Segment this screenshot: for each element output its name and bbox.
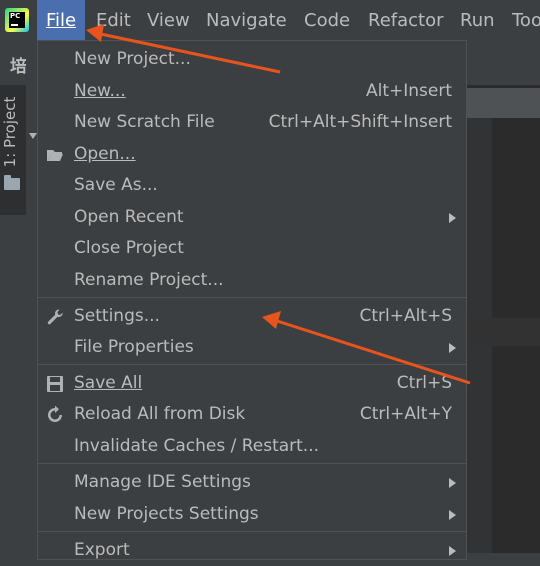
menu-item-manage-ide-settings[interactable]: Manage IDE Settings: [38, 467, 466, 498]
menu-tools[interactable]: Tools: [512, 0, 540, 40]
menu-file[interactable]: File: [37, 0, 85, 40]
menu-edit[interactable]: Edit: [96, 0, 131, 40]
shortcut-label: Ctrl+S: [396, 373, 452, 393]
folder-open-icon: [47, 150, 63, 161]
folder-icon: [4, 175, 20, 190]
menu-separator: [38, 531, 466, 532]
shortcut-label: Ctrl+Alt+S: [359, 306, 452, 326]
menu-item-new-scratch-file[interactable]: New Scratch File Ctrl+Alt+Shift+Insert: [38, 107, 466, 138]
menu-separator: [38, 463, 466, 464]
file-menu-dropdown: New Project... New... Alt+Insert New Scr…: [37, 40, 467, 560]
menu-view[interactable]: View: [147, 0, 190, 40]
menu-item-save-all[interactable]: Save All Ctrl+S: [38, 368, 466, 399]
submenu-arrow-icon: [449, 546, 456, 556]
menu-refactor[interactable]: Refactor: [368, 0, 444, 40]
menu-item-open[interactable]: Open...: [38, 139, 466, 170]
wrench-icon: [47, 309, 63, 325]
submenu-arrow-icon: [449, 478, 456, 488]
reload-icon: [48, 406, 62, 422]
menu-code[interactable]: Code: [304, 0, 350, 40]
menu-separator: [38, 364, 466, 365]
menu-item-settings[interactable]: Settings... Ctrl+Alt+S: [38, 301, 466, 332]
logo-text: PC: [10, 12, 21, 20]
shortcut-label: Alt+Insert: [365, 81, 452, 101]
menu-item-save-as[interactable]: Save As...: [38, 170, 466, 201]
menu-item-new[interactable]: New... Alt+Insert: [38, 76, 466, 107]
project-tab-label[interactable]: 1: Project: [1, 77, 25, 187]
menu-item-new-project[interactable]: New Project...: [38, 44, 466, 75]
menu-item-new-projects-settings[interactable]: New Projects Settings: [38, 499, 466, 530]
menu-item-open-recent[interactable]: Open Recent: [38, 202, 466, 233]
menu-item-rename-project[interactable]: Rename Project...: [38, 265, 466, 296]
submenu-arrow-icon: [449, 510, 456, 520]
menu-item-file-properties[interactable]: File Properties: [38, 332, 466, 363]
shortcut-label: Ctrl+Alt+Shift+Insert: [268, 112, 452, 132]
shortcut-label: Ctrl+Alt+Y: [359, 404, 452, 424]
editor-tab-bar: [466, 88, 540, 118]
editor-toolbar: [466, 40, 540, 85]
pycharm-logo-icon: PC: [5, 8, 29, 32]
chevron-down-icon: [29, 133, 37, 139]
submenu-arrow-icon: [449, 213, 456, 223]
menu-item-close-project[interactable]: Close Project: [38, 233, 466, 264]
save-icon: [47, 376, 63, 392]
menu-item-reload-all[interactable]: Reload All from Disk Ctrl+Alt+Y: [38, 399, 466, 430]
menu-navigate[interactable]: Navigate: [206, 0, 287, 40]
submenu-arrow-icon: [449, 343, 456, 353]
menu-item-export[interactable]: Export: [38, 535, 466, 566]
menu-bar: PC File Edit View Navigate Code Refactor…: [0, 0, 540, 40]
menu-item-invalidate-caches[interactable]: Invalidate Caches / Restart...: [38, 431, 466, 462]
menu-separator: [38, 297, 466, 298]
editor-current-line: [466, 318, 540, 346]
menu-run[interactable]: Run: [460, 0, 495, 40]
